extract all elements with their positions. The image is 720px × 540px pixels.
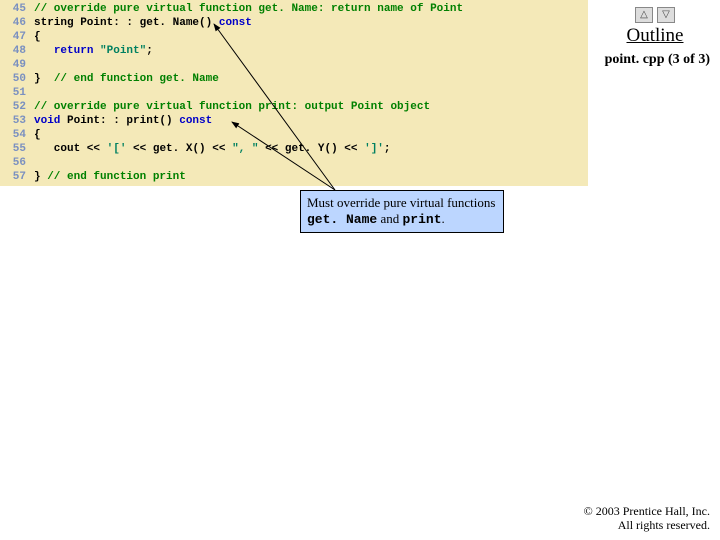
line-number: 50 bbox=[0, 72, 34, 86]
line-number: 45 bbox=[0, 2, 34, 16]
callout-fn1: get. Name bbox=[307, 212, 377, 227]
code-line: 49 bbox=[0, 58, 588, 72]
callout-text-pre: Must override pure virtual functions bbox=[307, 195, 495, 210]
code-line: 47{ bbox=[0, 30, 588, 44]
line-number: 47 bbox=[0, 30, 34, 44]
code-line: 57} // end function print bbox=[0, 170, 588, 184]
code-text: } // end function get. Name bbox=[34, 72, 219, 86]
callout-text-post: . bbox=[442, 211, 445, 226]
code-text: cout << '[' << get. X() << ", " << get. … bbox=[34, 142, 391, 156]
nav-buttons: △ ▽ bbox=[600, 4, 710, 23]
copyright-line1: © 2003 Prentice Hall, Inc. bbox=[584, 504, 710, 518]
copyright-line2: All rights reserved. bbox=[584, 518, 710, 532]
line-number: 53 bbox=[0, 114, 34, 128]
code-line: 45// override pure virtual function get.… bbox=[0, 2, 588, 16]
code-text: { bbox=[34, 128, 41, 142]
code-line: 52// override pure virtual function prin… bbox=[0, 100, 588, 114]
line-number: 46 bbox=[0, 16, 34, 30]
code-text: return "Point"; bbox=[34, 44, 153, 58]
line-number: 56 bbox=[0, 156, 34, 170]
code-line: 50} // end function get. Name bbox=[0, 72, 588, 86]
line-number: 49 bbox=[0, 58, 34, 72]
callout-text-mid: and bbox=[377, 211, 402, 226]
line-number: 55 bbox=[0, 142, 34, 156]
code-text: { bbox=[34, 30, 41, 44]
code-line: 48 return "Point"; bbox=[0, 44, 588, 58]
code-text: string Point: : get. Name() const bbox=[34, 16, 252, 30]
line-number: 52 bbox=[0, 100, 34, 114]
code-line: 54{ bbox=[0, 128, 588, 142]
code-line: 55 cout << '[' << get. X() << ", " << ge… bbox=[0, 142, 588, 156]
code-text: // override pure virtual function print:… bbox=[34, 100, 430, 114]
line-number: 57 bbox=[0, 170, 34, 184]
line-number: 51 bbox=[0, 86, 34, 100]
line-number: 54 bbox=[0, 128, 34, 142]
code-block: 45// override pure virtual function get.… bbox=[0, 0, 588, 186]
copyright: © 2003 Prentice Hall, Inc. All rights re… bbox=[584, 504, 710, 532]
outline-title: Outline bbox=[600, 25, 710, 47]
callout-box: Must override pure virtual functions get… bbox=[300, 190, 504, 233]
callout-fn2: print bbox=[403, 212, 442, 227]
code-text: void Point: : print() const bbox=[34, 114, 212, 128]
code-text: // override pure virtual function get. N… bbox=[34, 2, 463, 16]
code-line: 56 bbox=[0, 156, 588, 170]
code-line: 51 bbox=[0, 86, 588, 100]
line-number: 48 bbox=[0, 44, 34, 58]
nav-up-button[interactable]: △ bbox=[635, 7, 653, 23]
code-line: 53void Point: : print() const bbox=[0, 114, 588, 128]
code-line: 46string Point: : get. Name() const bbox=[0, 16, 588, 30]
outline-panel: △ ▽ Outline bbox=[600, 4, 710, 47]
nav-down-button[interactable]: ▽ bbox=[657, 7, 675, 23]
page-indicator: point. cpp (3 of 3) bbox=[605, 52, 710, 68]
code-text: } // end function print bbox=[34, 170, 186, 184]
